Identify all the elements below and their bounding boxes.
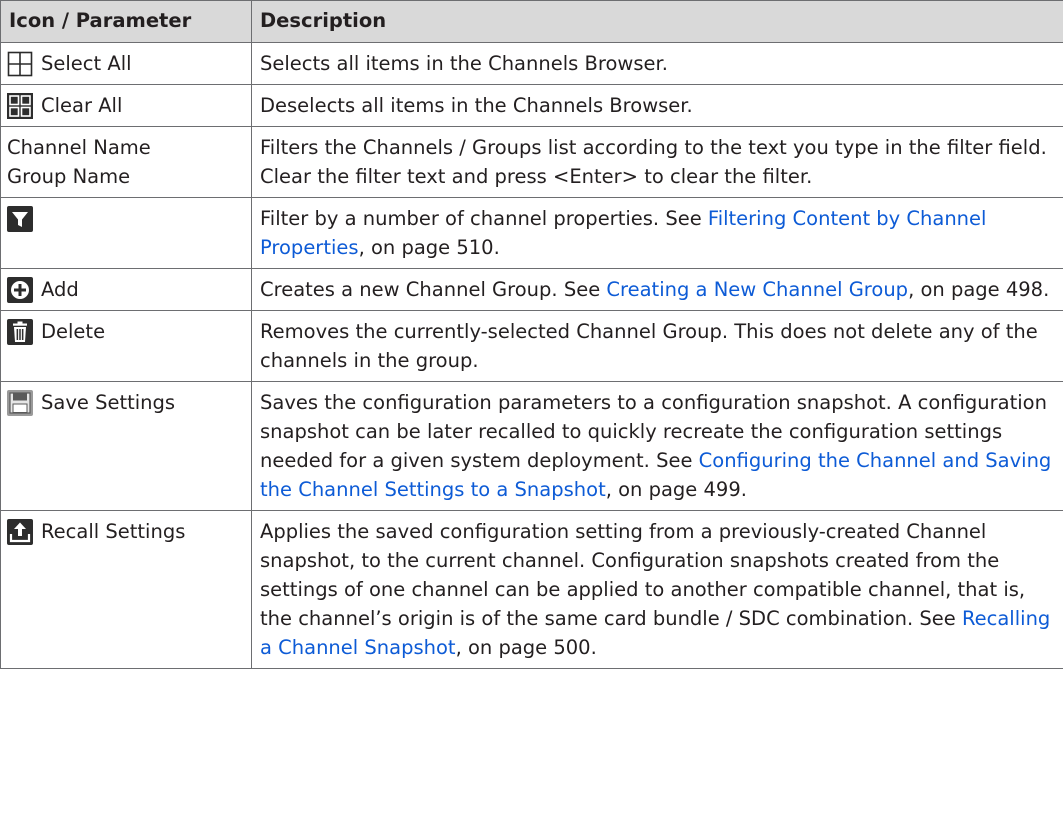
param-label: Clear All [41,94,123,117]
filter-icon [7,206,33,232]
link-creating-channel-group[interactable]: Creating a New Channel Group [606,278,908,301]
description-text: Filter by a number of channel properties… [260,207,708,230]
param-label: Select All [41,52,132,75]
upload-icon [7,519,33,545]
description-text: , on page 500. [455,636,597,659]
table-row: Add Creates a new Channel Group. See Cre… [0,268,1063,311]
param-cell: Recall Settings [0,510,252,669]
description-text: , on page 499. [605,478,747,501]
table-row: Save Settings Saves the configuration pa… [0,381,1063,511]
param-cell: Delete [0,310,252,382]
table-row: Clear All Deselects all items in the Cha… [0,84,1063,127]
table-row: Filter by a number of channel properties… [0,197,1063,269]
param-label: Recall Settings [41,520,186,543]
description-cell: Filter by a number of channel properties… [251,197,1063,269]
description-text: , on page 510. [358,236,500,259]
description-text: Creates a new Channel Group. See [260,278,607,301]
param-label: Add [41,278,79,301]
param-cell: Add [0,268,252,311]
save-icon [7,390,33,416]
add-icon [7,277,33,303]
param-cell: Channel Name Group Name [0,126,252,198]
table-row: Select All Selects all items in the Chan… [0,42,1063,85]
param-label-group-name: Group Name [7,165,131,188]
description-cell: Saves the configuration parameters to a … [251,381,1063,511]
param-label-channel-name: Channel Name [7,136,151,159]
param-cell [0,197,252,269]
param-cell: Save Settings [0,381,252,511]
table-header-row: Icon / Parameter Description [0,0,1063,43]
description-cell: Selects all items in the Channels Browse… [251,42,1063,85]
description-cell: Removes the currently-selected Channel G… [251,310,1063,382]
table-row: Channel Name Group Name Filters the Chan… [0,126,1063,198]
param-label: Save Settings [41,391,176,414]
header-description: Description [251,0,1063,43]
description-cell: Creates a new Channel Group. See Creatin… [251,268,1063,311]
param-cell: Select All [0,42,252,85]
description-cell: Filters the Channels / Groups list accor… [251,126,1063,198]
table-row: Recall Settings Applies the saved config… [0,510,1063,669]
trash-icon [7,319,33,345]
description-text: Applies the saved configuration setting … [260,520,1026,630]
select-all-icon [7,51,33,77]
description-cell: Deselects all items in the Channels Brow… [251,84,1063,127]
clear-all-icon [7,93,33,119]
header-icon-parameter: Icon / Parameter [0,0,252,43]
parameter-table: Icon / Parameter Description Select All … [0,0,1063,669]
description-text: , on page 498. [908,278,1050,301]
param-label: Delete [41,320,106,343]
description-cell: Applies the saved configuration setting … [251,510,1063,669]
param-cell: Clear All [0,84,252,127]
table-row: Delete Removes the currently-selected Ch… [0,310,1063,382]
